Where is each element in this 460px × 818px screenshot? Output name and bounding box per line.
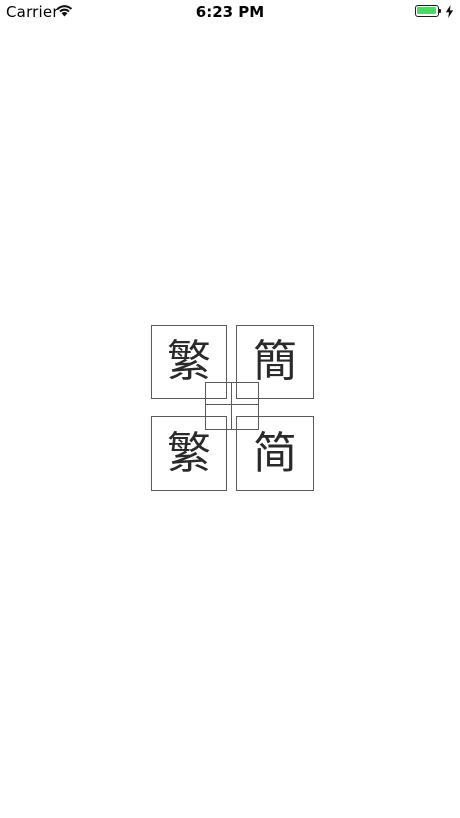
logo-center-horizontal-line	[205, 404, 259, 405]
bolt-icon	[445, 5, 454, 18]
logo-center-square	[205, 382, 259, 430]
status-time: 6:23 PM	[195, 3, 265, 21]
status-bar: Carrier 6:23 PM	[0, 0, 460, 24]
app-screen: Carrier 6:23 PM 繁 簡 繁 简	[0, 0, 460, 818]
logo-center-vertical-line	[231, 382, 232, 430]
battery-icon	[415, 5, 441, 17]
battery-level	[417, 7, 436, 14]
app-logo: 繁 簡 繁 简	[150, 324, 315, 492]
battery-tip	[439, 9, 441, 13]
